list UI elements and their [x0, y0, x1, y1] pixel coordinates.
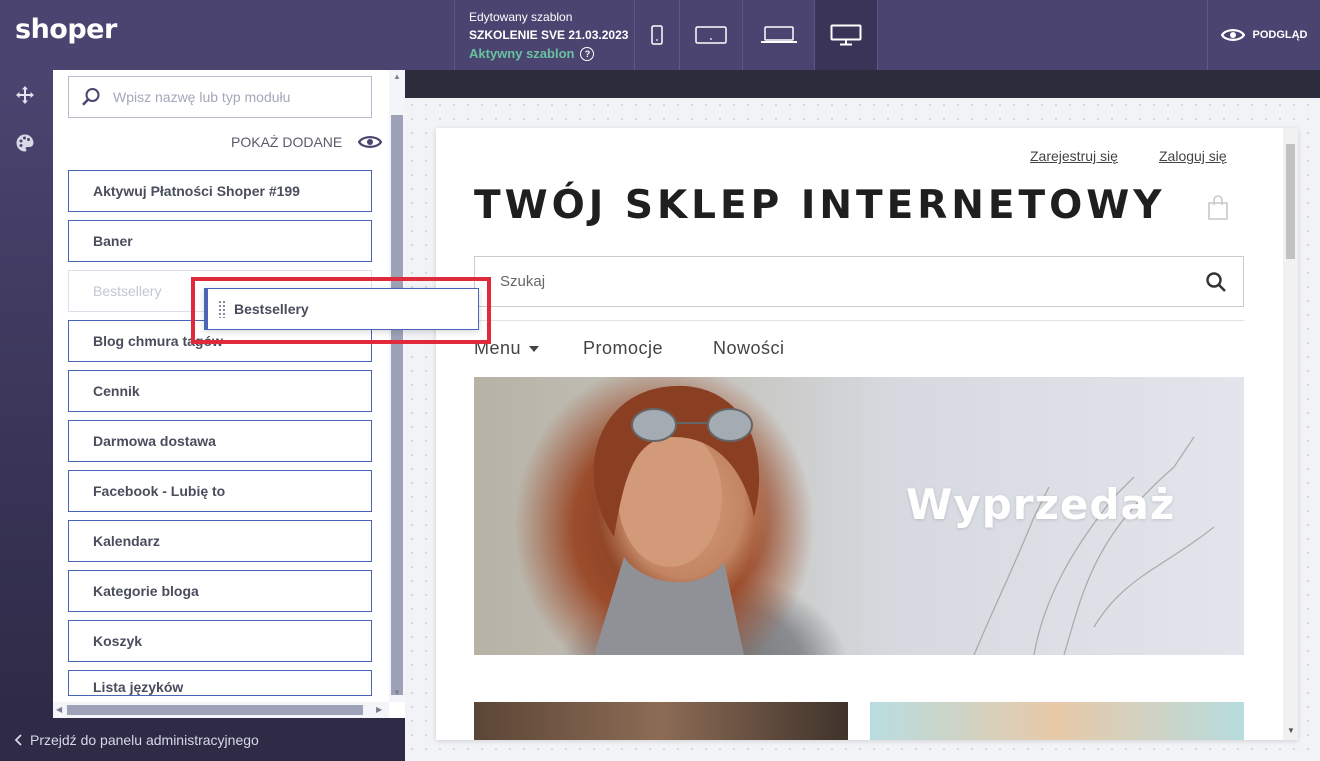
- template-info: Edytowany szablon SZKOLENIE SVE 21.03.20…: [454, 0, 635, 70]
- chevron-left-icon: [14, 733, 22, 746]
- modules-panel: POKAŻ DODANE Aktywuj Płatności Shoper #1…: [53, 70, 405, 718]
- cart-button[interactable]: [1207, 195, 1229, 226]
- module-item[interactable]: Kalendarz: [68, 520, 372, 562]
- module-item[interactable]: Darmowa dostawa: [68, 420, 372, 462]
- top-bar: shoper Edytowany szablon SZKOLENIE SVE 2…: [0, 0, 1320, 70]
- scroll-right-arrow[interactable]: ▶: [376, 705, 382, 714]
- desktop-icon: [830, 24, 862, 46]
- promo-tile[interactable]: [474, 702, 848, 740]
- register-link[interactable]: Zarejestruj się: [1030, 148, 1118, 164]
- banner-heading: Wyprzedaż: [906, 480, 1176, 529]
- preview-scrollbar[interactable]: ▼: [1283, 128, 1298, 740]
- module-list: Aktywuj Płatności Shoper #199 Baner Best…: [68, 170, 372, 704]
- canvas-toolbar-strip: [405, 70, 1320, 98]
- device-tablet-button[interactable]: [680, 0, 743, 70]
- shopping-bag-icon: [1208, 195, 1228, 220]
- laptop-icon: [760, 26, 797, 43]
- palette-icon: [16, 134, 34, 152]
- nav-menu[interactable]: Menu: [474, 338, 540, 359]
- panel-vertical-scrollbar[interactable]: ▲ ▼: [389, 70, 405, 702]
- scroll-thumb[interactable]: [1286, 144, 1295, 259]
- help-icon[interactable]: ?: [580, 46, 595, 61]
- shop-search-input[interactable]: [500, 273, 1180, 290]
- theme-colors-button[interactable]: [14, 132, 36, 154]
- dragged-module[interactable]: Bestsellery: [204, 288, 479, 330]
- module-search[interactable]: [68, 76, 372, 118]
- preview-label: PODGLĄD: [1252, 29, 1308, 41]
- show-added-toggle[interactable]: POKAŻ DODANE: [231, 134, 383, 150]
- search-icon: [82, 88, 100, 106]
- module-item[interactable]: Cennik: [68, 370, 372, 412]
- scroll-up-arrow[interactable]: ▲: [393, 72, 401, 81]
- header-divider: [474, 320, 1244, 321]
- show-added-label: POKAŻ DODANE: [231, 134, 343, 150]
- module-item[interactable]: Koszyk: [68, 620, 372, 662]
- edited-template-label: Edytowany szablon: [469, 10, 573, 24]
- template-status-text: Aktywny szablon: [469, 46, 575, 61]
- drag-handle-icon[interactable]: [218, 300, 226, 318]
- module-item[interactable]: Aktywuj Płatności Shoper #199: [68, 170, 372, 212]
- device-laptop-button[interactable]: [743, 0, 815, 70]
- move-modules-button[interactable]: [14, 84, 36, 106]
- module-search-input[interactable]: [113, 89, 363, 105]
- shoper-logo[interactable]: shoper: [15, 14, 117, 45]
- nav-promotions[interactable]: Promocje: [583, 338, 663, 359]
- eye-icon: [358, 136, 383, 148]
- shop-search[interactable]: [474, 256, 1244, 307]
- eye-icon: [1220, 29, 1245, 41]
- device-desktop-button[interactable]: [815, 0, 878, 70]
- device-mobile-button[interactable]: [635, 0, 680, 70]
- tablet-icon: [695, 26, 727, 44]
- login-link[interactable]: Zaloguj się: [1159, 148, 1227, 164]
- search-icon[interactable]: [1205, 271, 1227, 293]
- dragged-module-label: Bestsellery: [234, 301, 309, 317]
- module-item[interactable]: Baner: [68, 220, 372, 262]
- tool-rail: [0, 70, 53, 718]
- back-to-admin-link[interactable]: Przejdź do panelu administracyjnego: [0, 718, 405, 761]
- module-item[interactable]: Kategorie bloga: [68, 570, 372, 612]
- preview-button[interactable]: PODGLĄD: [1207, 0, 1320, 70]
- scroll-left-arrow[interactable]: ◀: [56, 705, 62, 714]
- template-status: Aktywny szablon ?: [469, 46, 634, 61]
- scroll-down-arrow[interactable]: ▼: [393, 688, 401, 697]
- scroll-down-arrow[interactable]: ▼: [1287, 726, 1295, 735]
- scroll-thumb[interactable]: [391, 115, 403, 695]
- nav-menu-label: Menu: [474, 338, 522, 358]
- shop-title: TWÓJ SKLEP INTERNETOWY: [474, 183, 1166, 228]
- scroll-thumb[interactable]: [67, 705, 363, 715]
- back-to-admin-label: Przejdź do panelu administracyjnego: [30, 731, 259, 748]
- nav-new[interactable]: Nowości: [713, 338, 785, 359]
- module-item[interactable]: Facebook - Lubię to: [68, 470, 372, 512]
- template-name: SZKOLENIE SVE 21.03.2023: [469, 28, 629, 42]
- move-icon: [16, 86, 34, 104]
- mobile-icon: [651, 25, 663, 45]
- caret-down-icon: [529, 345, 540, 352]
- module-item[interactable]: Lista języków: [68, 670, 372, 696]
- promo-tile[interactable]: [870, 702, 1244, 740]
- panel-horizontal-scrollbar[interactable]: ◀ ▶: [53, 702, 389, 718]
